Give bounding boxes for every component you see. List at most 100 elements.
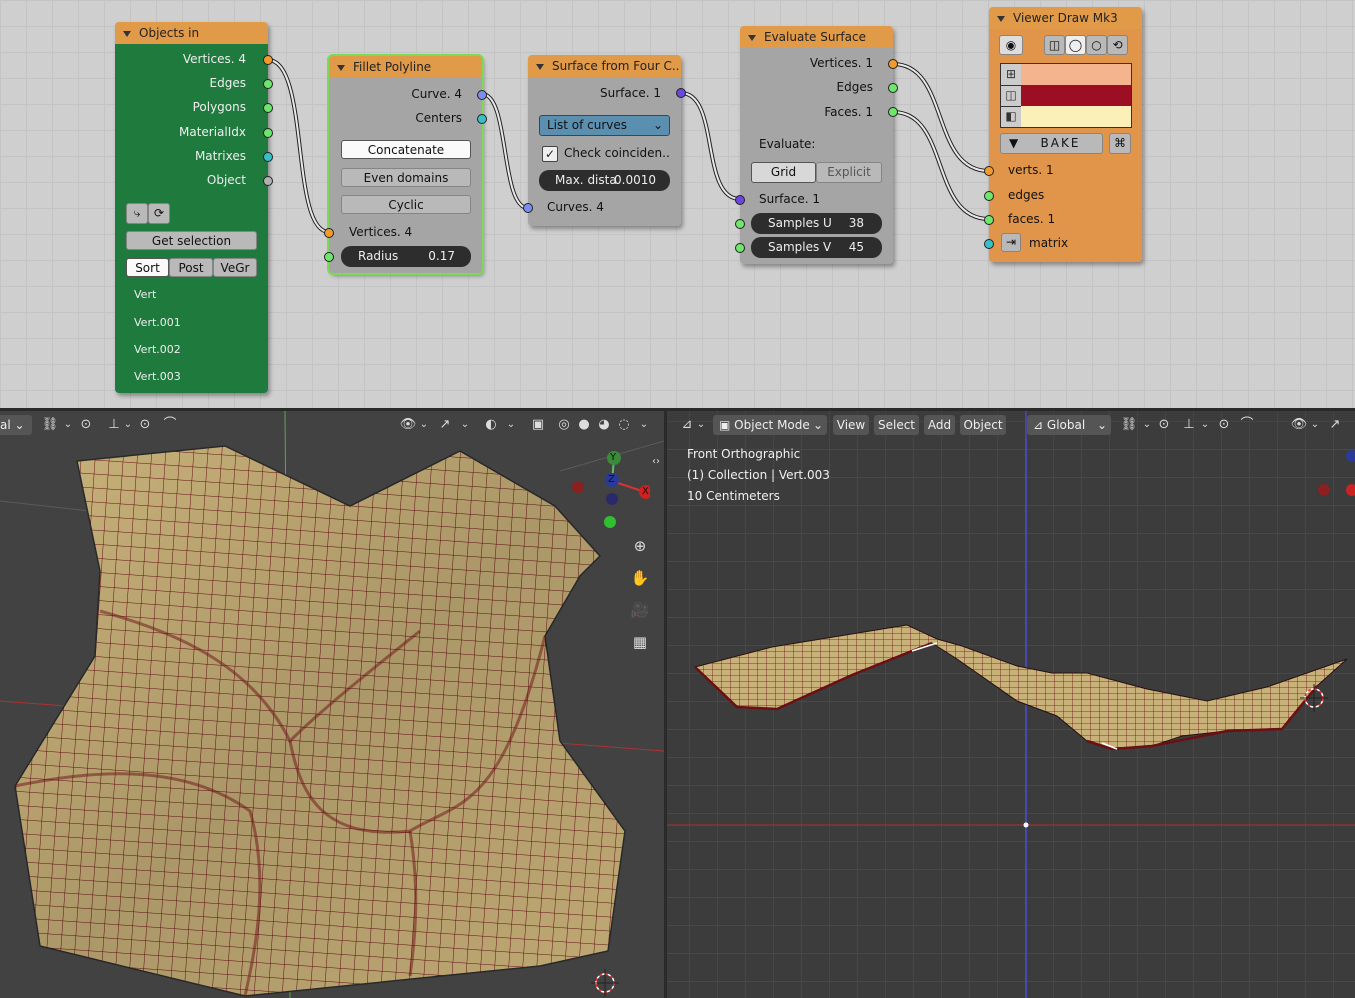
- face-color-swatch[interactable]: [1021, 106, 1131, 127]
- socket-samples-v-in[interactable]: [735, 243, 745, 253]
- socket-vertices-out[interactable]: [263, 55, 273, 65]
- add-menu[interactable]: Add: [924, 415, 955, 435]
- overlay-icon[interactable]: ◐: [481, 416, 501, 434]
- socket-centers-out[interactable]: [477, 114, 487, 124]
- xray-icon[interactable]: ▣: [528, 416, 548, 434]
- even-domains-toggle[interactable]: Even domains: [341, 168, 471, 187]
- wire-circle-icon[interactable]: ◯: [1065, 35, 1086, 55]
- fullscreen-icon[interactable]: ⌘: [1109, 133, 1131, 154]
- socket-object-out[interactable]: [263, 176, 273, 186]
- vegr-tab[interactable]: VeGr: [213, 258, 257, 277]
- node-header[interactable]: Viewer Draw Mk3: [989, 7, 1142, 29]
- object-list-item[interactable]: Vert.001: [134, 316, 181, 329]
- object-menu[interactable]: Object: [960, 415, 1006, 435]
- object-list-item[interactable]: Vert: [134, 288, 156, 301]
- viewport-3d-left[interactable]: al ⌄ ⛓ ⌄ ⊙ ⊥ ⌄ ⊙ ⌒ 👁 ⌄ ↗ ⌄ ◐ ⌄ ▣ ◎ ● ◕ ◌…: [0, 411, 664, 998]
- sphere-icon[interactable]: ○: [1086, 35, 1107, 55]
- navigation-gizmo[interactable]: Y X Z: [570, 451, 653, 531]
- chevron-down-icon[interactable]: ⌄: [634, 416, 654, 434]
- transform-orientation-dropdown[interactable]: ⊿ Global ⌄: [1027, 415, 1111, 435]
- edge-color-swatch[interactable]: [1021, 85, 1131, 107]
- bake-button[interactable]: ▼ BAKE: [1000, 133, 1103, 154]
- socket-faces-in[interactable]: [984, 215, 994, 225]
- falloff-icon[interactable]: ⌒: [160, 416, 180, 434]
- samples-u-field[interactable]: Samples U 38: [751, 213, 882, 234]
- link-icon[interactable]: ⛓: [40, 416, 60, 434]
- post-tab[interactable]: Post: [169, 258, 213, 277]
- cyclic-toggle[interactable]: Cyclic: [341, 195, 471, 214]
- collapse-icon[interactable]: [337, 64, 345, 71]
- chevron-down-icon[interactable]: ⌄: [691, 416, 711, 434]
- orientation-dropdown[interactable]: al ⌄: [0, 415, 32, 435]
- falloff-icon[interactable]: ⌒: [1237, 416, 1257, 434]
- surface-from-four-curves-node[interactable]: Surface from Four C.. Surface. 1 List of…: [523, 55, 686, 226]
- socket-materialidx-out[interactable]: [263, 128, 273, 138]
- loop-icon[interactable]: ⟲: [1107, 35, 1128, 55]
- socket-vertices-in[interactable]: [324, 228, 334, 238]
- collapse-icon[interactable]: [536, 63, 544, 70]
- node-header[interactable]: Evaluate Surface: [740, 26, 893, 48]
- collapse-icon[interactable]: [123, 30, 131, 37]
- socket-matrix-in[interactable]: [984, 239, 994, 249]
- link-icon[interactable]: ⤷: [126, 203, 148, 224]
- sort-tab[interactable]: Sort: [126, 258, 169, 277]
- socket-verts-in[interactable]: [984, 166, 994, 176]
- socket-edges-in[interactable]: [984, 191, 994, 201]
- concatenate-toggle[interactable]: Concatenate: [341, 140, 471, 159]
- matrix-icon[interactable]: ⇥: [1001, 233, 1021, 252]
- check-coincidence-checkbox[interactable]: ✓: [542, 146, 558, 162]
- solid-shading-icon[interactable]: ●: [574, 416, 594, 434]
- socket-edges-out[interactable]: [888, 83, 898, 93]
- zoom-icon[interactable]: ⊕: [630, 537, 650, 555]
- fillet-polyline-node[interactable]: Fillet Polyline Curve. 4 Centers Concate…: [324, 54, 487, 275]
- collapse-icon[interactable]: [997, 15, 1005, 22]
- chevron-down-icon[interactable]: ⌄: [1305, 416, 1325, 434]
- node-header[interactable]: Objects in: [115, 22, 268, 44]
- gizmo-icon[interactable]: ↗: [435, 416, 455, 434]
- select-menu[interactable]: Select: [874, 415, 919, 435]
- snap-icon[interactable]: ⊙: [1154, 416, 1174, 434]
- explicit-mode-button[interactable]: Explicit: [816, 162, 882, 183]
- camera-icon[interactable]: 🎥: [630, 601, 650, 619]
- material-shading-icon[interactable]: ◕: [594, 416, 614, 434]
- viewer-draw-node[interactable]: Viewer Draw Mk3 ◉ ◫ ◯ ○ ⟲ ⊞ ◫ ◧ ▼ BAKE ⌘…: [984, 7, 1142, 262]
- rendered-shading-icon[interactable]: ◌: [614, 416, 634, 434]
- chevron-down-icon[interactable]: ⌄: [58, 416, 78, 434]
- eye-icon[interactable]: ◉: [999, 35, 1023, 55]
- socket-curves-in[interactable]: [523, 203, 533, 213]
- object-mode-dropdown[interactable]: ▣ Object Mode ⌄: [713, 415, 827, 435]
- wireframe-shading-icon[interactable]: ◎: [554, 416, 574, 434]
- socket-polygons-out[interactable]: [263, 103, 273, 113]
- node-header[interactable]: Fillet Polyline: [329, 56, 482, 78]
- socket-vertices-out[interactable]: [888, 59, 898, 69]
- socket-matrixes-out[interactable]: [263, 152, 273, 162]
- chevron-down-icon[interactable]: ⌄: [501, 416, 521, 434]
- proportional-edit-icon[interactable]: ⊙: [135, 416, 155, 434]
- hand-pan-icon[interactable]: ✋: [630, 569, 650, 587]
- socket-samples-u-in[interactable]: [735, 219, 745, 229]
- grid-mode-button[interactable]: Grid: [751, 162, 816, 183]
- socket-surface-out[interactable]: [676, 88, 686, 98]
- socket-curve-out[interactable]: [477, 90, 487, 100]
- refresh-icon[interactable]: ⟳: [148, 203, 170, 224]
- object-list-item[interactable]: Vert.002: [134, 343, 181, 356]
- objects-in-node[interactable]: Objects in Vertices. 4 Edges Polygons Ma…: [115, 22, 273, 393]
- node-editor[interactable]: Objects in Vertices. 4 Edges Polygons Ma…: [0, 0, 1355, 410]
- socket-radius-in[interactable]: [324, 252, 334, 262]
- cube-icon[interactable]: ◫: [1044, 35, 1065, 55]
- curves-mode-dropdown[interactable]: List of curves ⌄: [539, 115, 670, 136]
- evaluate-surface-node[interactable]: Evaluate Surface Vertices. 1 Edges Faces…: [735, 26, 898, 264]
- proportional-edit-icon[interactable]: ⊙: [1214, 416, 1234, 434]
- socket-faces-out[interactable]: [888, 107, 898, 117]
- grid-toggle-icon[interactable]: ▦: [630, 633, 650, 651]
- pivot-icon[interactable]: ⛓: [1119, 416, 1139, 434]
- view-menu[interactable]: View: [833, 415, 869, 435]
- chevron-down-icon[interactable]: ⌄: [1195, 416, 1215, 434]
- get-selection-button[interactable]: Get selection: [126, 231, 257, 250]
- socket-edges-out[interactable]: [263, 79, 273, 89]
- node-header[interactable]: Surface from Four C..: [528, 55, 681, 77]
- chevron-down-icon[interactable]: ⌄: [414, 416, 434, 434]
- vertex-color-swatch[interactable]: [1021, 64, 1131, 86]
- radius-field[interactable]: Radius 0.17: [341, 246, 471, 267]
- snap-icon[interactable]: ⊙: [76, 416, 96, 434]
